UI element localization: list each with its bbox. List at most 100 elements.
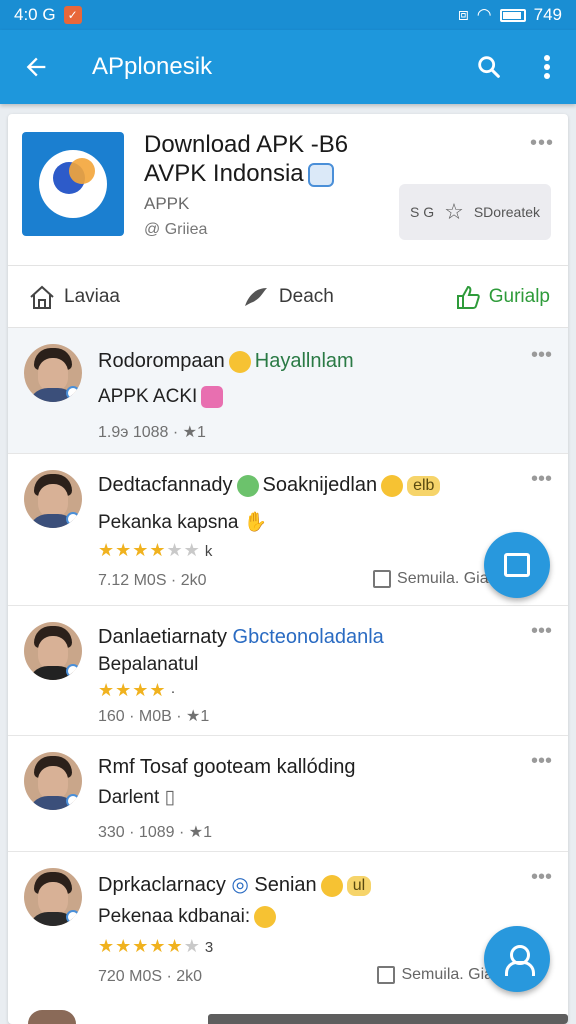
review-author-tag: Soaknijedlan	[262, 474, 378, 496]
review-meta: 720 M0S · 2k0	[98, 968, 203, 985]
person-icon	[503, 945, 535, 976]
action-share-label: Deach	[278, 285, 334, 307]
rating-stars: ★★★★★★ 3	[98, 936, 214, 956]
install-label-right: SDoreatek	[473, 204, 540, 220]
review-author: Dedtacfannady Soaknijedlan elb	[98, 474, 441, 497]
action-share[interactable]: Deach	[241, 284, 334, 310]
review-meta: 330 · 1089 · ★1	[98, 824, 212, 841]
review-text: Pekanka kapsna ✋	[98, 510, 267, 534]
review-text: Bepalanatul	[98, 654, 199, 675]
review-item[interactable]: Dprkaclarnacy ◎ Senian ul Pekenaa kdbanai…	[8, 852, 568, 1000]
next-review-peek	[28, 1010, 568, 1024]
grin-emoji-icon	[320, 874, 343, 897]
search-icon[interactable]	[460, 30, 518, 104]
battery-icon	[499, 8, 526, 22]
review-meta: 1.9э 1088 · ★1	[98, 424, 206, 441]
app-bar-title: APplonesik	[92, 53, 213, 80]
review-meta: 160 · M0B · ★1	[98, 708, 210, 725]
home-icon	[30, 285, 54, 309]
app-developer[interactable]: @ Griiea	[144, 221, 207, 239]
rating-stars: ★★★★★★ k	[98, 540, 213, 560]
rating-count: k	[204, 543, 213, 560]
review-text-body: APPK ACKI	[98, 386, 198, 408]
review-text: Pekenaa kdbanai:	[98, 906, 280, 928]
review-author-tag: Senian	[254, 874, 317, 896]
review-meta: 7.12 M0S · 2k0	[98, 572, 207, 589]
action-like[interactable]: Gurialp	[455, 284, 550, 310]
review-author-tag: Gbcteonoladanla	[232, 626, 384, 648]
avatar	[28, 1010, 76, 1024]
more-icon[interactable]: •••	[530, 132, 554, 155]
star-outline-icon: ☆	[444, 199, 464, 224]
image-preview	[208, 1014, 568, 1024]
avatar[interactable]	[24, 622, 82, 680]
review-text: APPK ACKI	[98, 386, 224, 408]
grin-emoji-icon	[381, 474, 404, 497]
app-bar: APplonesik	[0, 30, 576, 104]
app-title-line2: AVPK Indonsia	[144, 160, 304, 187]
install-label-left: S G	[409, 204, 435, 220]
review-author-name: Dedtacfannady	[98, 474, 233, 496]
more-icon[interactable]: •••	[531, 344, 552, 367]
rating-count: ·	[170, 683, 176, 700]
more-icon[interactable]: •••	[531, 750, 552, 773]
rating-count: 3	[204, 939, 214, 956]
more-icon[interactable]: •••	[531, 866, 552, 889]
action-home[interactable]: Laviaa	[28, 284, 120, 310]
status-time: 4:0 G	[14, 5, 56, 24]
install-button[interactable]: S G ☆ SDoreatek	[399, 184, 551, 240]
review-author: Danlaetiarnaty Gbcteonoladanla	[98, 626, 384, 649]
bookmark-icon: ▯	[164, 787, 175, 808]
app-title-line1: Download APK -B6	[144, 131, 349, 158]
review-author-name: Dprkaclarnacy	[98, 874, 226, 896]
smile-emoji-icon	[228, 350, 251, 373]
bird-icon	[244, 287, 267, 306]
action-row: Laviaa Deach Gurialp	[8, 266, 568, 328]
app-icon[interactable]	[22, 132, 124, 236]
wifi-icon: ◠	[476, 5, 492, 24]
review-item[interactable]: Rmf Tosaf gooteam kallóding Darlent ▯ 33…	[8, 736, 568, 852]
app-title: Download APK -B6 AVPK Indonsia	[144, 130, 384, 188]
app-header: Download APK -B6 AVPK Indonsia APPK @ Gr…	[8, 114, 568, 266]
review-author-name: Rmf Tosaf gooteam kallóding	[98, 756, 356, 778]
review-item[interactable]: Danlaetiarnaty Gbcteonoladanla Bepalanat…	[8, 606, 568, 736]
review-item[interactable]: Dedtacfannady Soaknijedlan elb Pekanka kap…	[8, 454, 568, 606]
back-arrow-icon[interactable]	[0, 30, 72, 104]
review-text-body: Pekenaa kdbanai:	[98, 906, 251, 928]
more-icon[interactable]: •••	[531, 468, 552, 491]
hug-emoji-icon	[254, 906, 277, 928]
action-home-label: Laviaa	[64, 285, 120, 307]
review-tag: elb	[407, 475, 441, 496]
avatar[interactable]	[24, 470, 82, 528]
compose-fab[interactable]	[484, 532, 550, 598]
notification-icon: ✓	[63, 6, 82, 24]
note-icon	[504, 553, 530, 577]
review-author-name: Danlaetiarnaty	[98, 626, 227, 648]
app-subtitle: APPK	[144, 194, 190, 213]
thumb-up-icon	[456, 285, 480, 309]
review-text-body: Darlent	[98, 787, 160, 808]
folder-icon	[377, 966, 396, 984]
avatar[interactable]	[24, 752, 82, 810]
avatar[interactable]	[24, 868, 82, 926]
profile-fab[interactable]	[484, 926, 550, 992]
folder-icon	[373, 570, 392, 588]
status-bar: 4:0 G ✓ ⧈ ◠ 749	[0, 0, 576, 30]
verified-badge-icon	[307, 162, 334, 187]
hand-emoji-icon: ✋	[243, 512, 268, 533]
more-icon[interactable]: •••	[531, 620, 552, 643]
chat-emoji-icon	[236, 474, 259, 497]
review-author: Rodorompaan Hayallnlam	[98, 350, 354, 373]
review-tag: ul	[346, 875, 372, 896]
review-item[interactable]: Rodorompaan Hayallnlam APPK ACKI 1.9э 108…	[8, 328, 568, 454]
review-text-body: Pekanka kapsna	[98, 512, 239, 533]
overflow-menu-icon[interactable]	[518, 30, 576, 104]
review-author-name: Rodorompaan	[98, 350, 225, 372]
vibrate-icon: ⧈	[457, 5, 469, 24]
review-text: Darlent ▯	[98, 786, 175, 809]
action-like-label: Gurialp	[488, 285, 550, 307]
review-author: Dprkaclarnacy ◎ Senian ul	[98, 872, 372, 897]
sticker-icon	[201, 386, 224, 408]
avatar[interactable]	[24, 344, 82, 402]
rating-stars: ★★★★ ·	[98, 680, 176, 700]
